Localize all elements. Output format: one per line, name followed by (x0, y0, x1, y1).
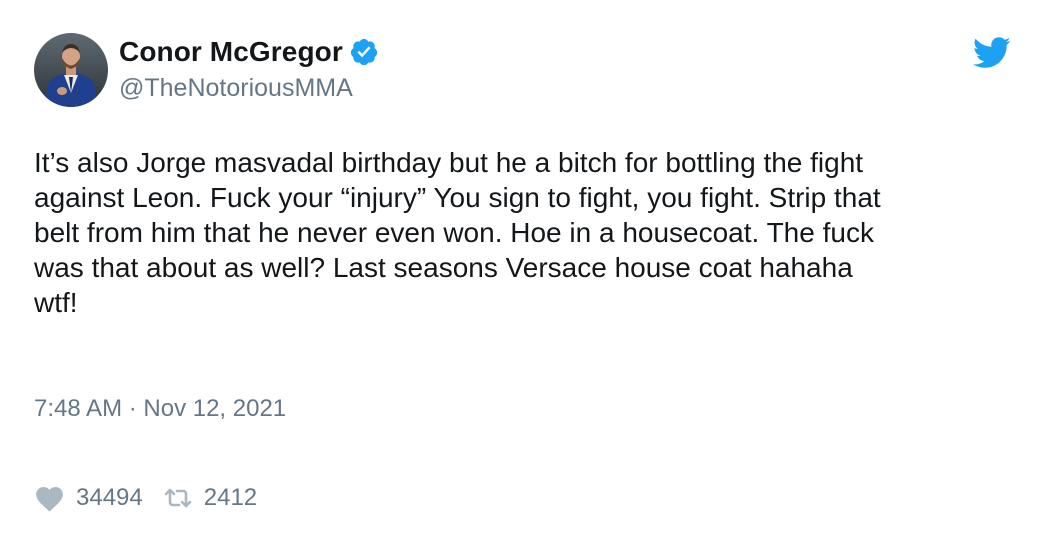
retweet-icon (164, 488, 192, 508)
like-count: 34494 (76, 484, 143, 511)
twitter-bird-icon[interactable] (973, 37, 1011, 69)
tweet-timestamp[interactable]: 7:48 AM · Nov 12, 2021 (34, 395, 286, 423)
tweet-text: It’s also Jorge masvadal birthday but he… (34, 145, 1014, 320)
retweet-button[interactable]: 2412 (163, 484, 257, 512)
tweet-text-line: was that about as well? Last seasons Ver… (34, 252, 853, 283)
verified-badge-icon (350, 38, 377, 66)
author-handle[interactable]: @TheNotoriousMMA (119, 74, 353, 103)
tweet-text-line: against Leon. Fuck your “injury” You sig… (34, 182, 881, 213)
author-name[interactable]: Conor McGregor (119, 36, 343, 68)
like-button[interactable]: 34494 (34, 484, 143, 512)
tweet-text-line: It’s also Jorge masvadal birthday but he… (34, 147, 864, 178)
heart-icon (36, 487, 63, 512)
author-name-row: Conor McGregor (119, 34, 379, 70)
author-avatar[interactable] (34, 33, 108, 107)
retweet-count: 2412 (203, 484, 258, 511)
tweet-actions: 34494 2412 (34, 481, 257, 515)
avatar-image (34, 33, 108, 107)
tweet-text-line: wtf! (34, 287, 78, 318)
tweet-text-line: belt from him that he never even won. Ho… (34, 217, 874, 248)
tweet-card: Conor McGregor @TheNotoriousMMA It’s als… (0, 0, 1047, 551)
